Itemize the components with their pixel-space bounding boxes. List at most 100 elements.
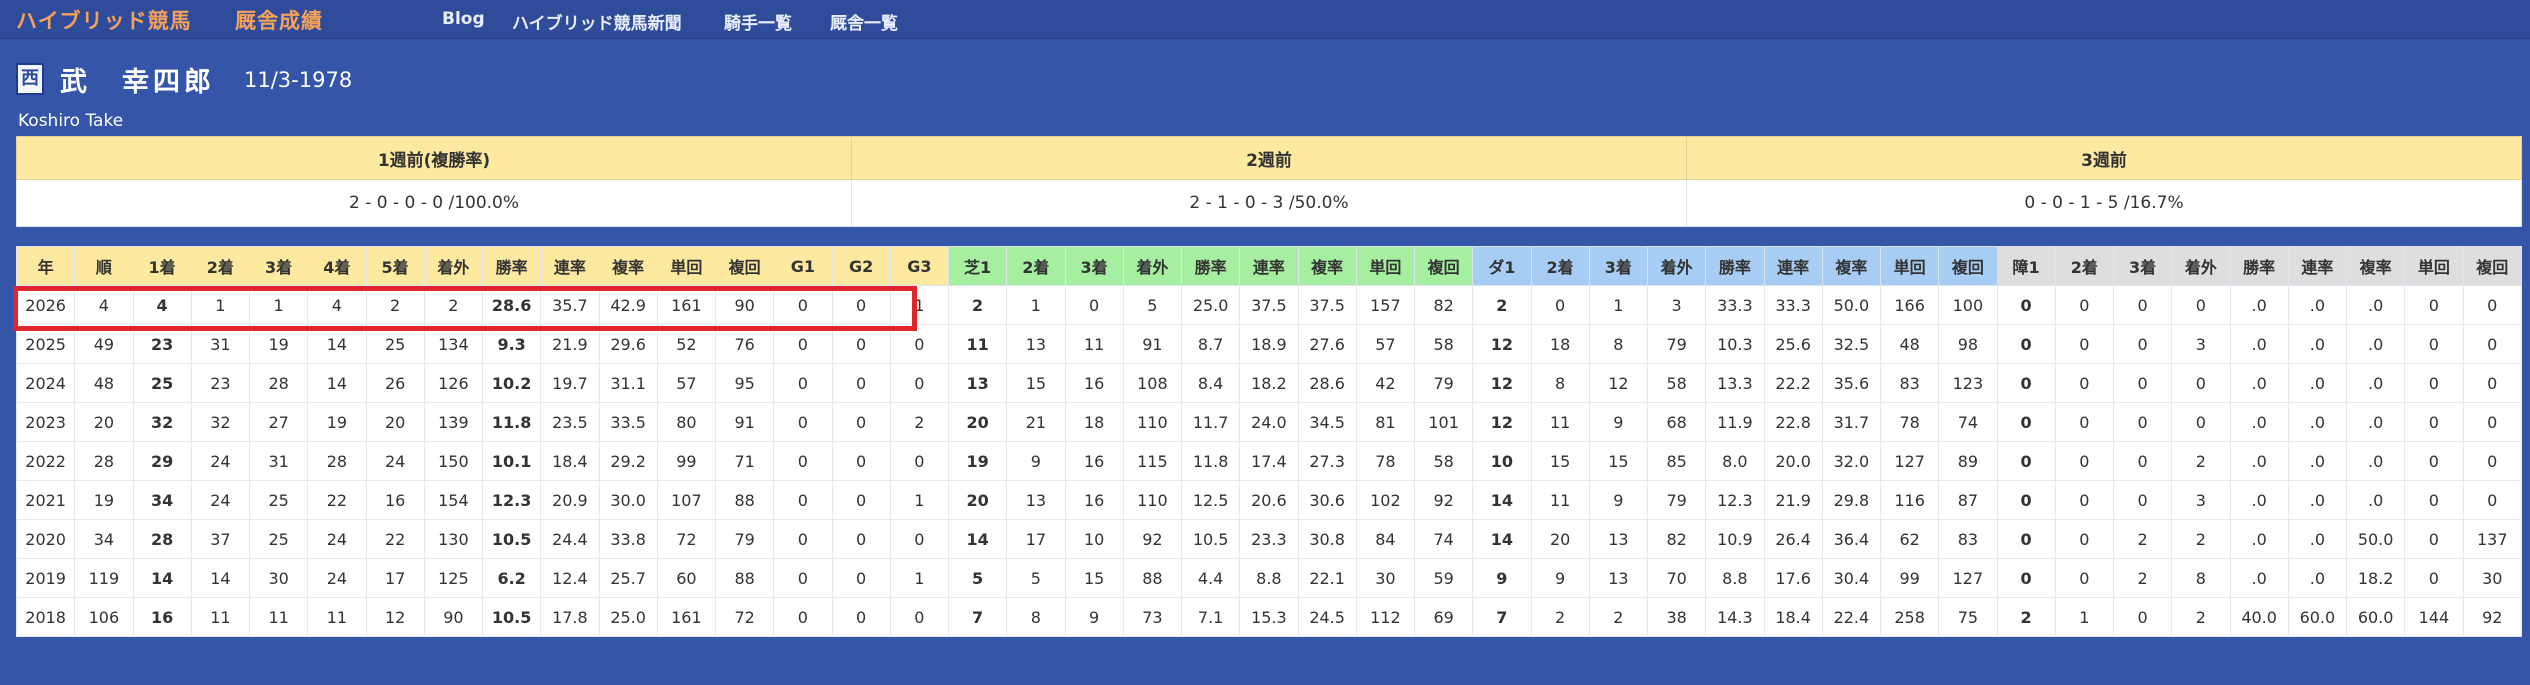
- stats-cell: 123: [1938, 363, 1998, 403]
- stats-cell: 25: [365, 324, 425, 364]
- stats-cell: 11: [307, 597, 367, 637]
- stats-col-header[interactable]: 年: [15, 246, 76, 286]
- stats-cell: 25.0: [598, 597, 658, 637]
- stats-col-header[interactable]: 連率: [540, 246, 600, 286]
- stats-cell: 11.7: [1180, 402, 1241, 442]
- stats-cell: 1: [1588, 285, 1649, 325]
- stats-cell: 1: [889, 480, 950, 520]
- stats-cell: 24.5: [1297, 597, 1357, 637]
- stats-cell: 20: [74, 402, 134, 442]
- stats-cell: 20: [947, 480, 1008, 520]
- stats-cell: 10.5: [1180, 519, 1241, 559]
- week1-header: 1週前(複勝率): [16, 136, 852, 180]
- stats-cell: 0: [2462, 480, 2522, 520]
- stats-cell: 34: [132, 480, 192, 520]
- stats-col-header[interactable]: 連率: [2287, 246, 2348, 286]
- stats-cell: 18: [1064, 402, 1124, 442]
- stats-col-header[interactable]: 単回: [656, 246, 717, 286]
- stats-col-header[interactable]: 複率: [2345, 246, 2406, 286]
- site-brand[interactable]: ハイブリッド競馬: [16, 5, 192, 35]
- stats-cell: 12.3: [1705, 480, 1765, 520]
- stats-cell: 130: [423, 519, 484, 559]
- stats-cell: 0: [889, 441, 950, 481]
- stats-cell: 21: [1006, 402, 1066, 442]
- stats-col-header[interactable]: 芝1: [947, 246, 1008, 286]
- stats-cell: 3: [1646, 285, 1707, 325]
- stats-cell: 2020: [15, 519, 76, 559]
- stats-col-header[interactable]: 単回: [2404, 246, 2464, 286]
- stats-col-header[interactable]: 障1: [1996, 246, 2056, 286]
- stats-cell: 14: [307, 324, 367, 364]
- stats-cell: 0: [773, 363, 833, 403]
- stats-col-header[interactable]: G1: [773, 246, 833, 286]
- stats-cell: 144: [2404, 597, 2464, 637]
- stats-col-header[interactable]: 3着: [2112, 246, 2173, 286]
- stats-col-header[interactable]: 3着: [248, 246, 309, 286]
- stats-cell: 9: [1006, 441, 1066, 481]
- stats-cell: 2: [2112, 519, 2173, 559]
- stats-cell: 49: [74, 324, 134, 364]
- stats-cell: 14: [190, 558, 251, 598]
- stats-cell: 134: [423, 324, 484, 364]
- stats-cell: 12: [1588, 363, 1649, 403]
- stats-col-header[interactable]: 連率: [1239, 246, 1299, 286]
- stats-col-header[interactable]: 順: [74, 246, 134, 286]
- stats-col-header[interactable]: ダ1: [1472, 246, 1532, 286]
- nav-stable-list-link[interactable]: 厩舎一覧: [830, 9, 898, 34]
- stats-col-header[interactable]: 着外: [2171, 246, 2231, 286]
- stats-col-header[interactable]: 着外: [423, 246, 484, 286]
- stats-cell: 57: [1355, 324, 1416, 364]
- stats-cell: 2025: [15, 324, 76, 364]
- stats-cell: 83: [1879, 363, 1940, 403]
- stats-cell: 8: [1530, 363, 1590, 403]
- stats-col-header[interactable]: 複回: [1413, 246, 1474, 286]
- stats-col-header[interactable]: 2着: [190, 246, 251, 286]
- stats-col-header[interactable]: 複回: [2462, 246, 2522, 286]
- stats-col-header[interactable]: 3着: [1064, 246, 1124, 286]
- stats-col-header[interactable]: 2着: [1006, 246, 1066, 286]
- stats-cell: 71: [714, 441, 775, 481]
- stats-cell: 0: [889, 519, 950, 559]
- stats-col-header[interactable]: 単回: [1355, 246, 1416, 286]
- stats-row: 2026 4 4 1 1 4 2 2 28.6 35.7 42.9 161 90 0 0 1 2 1 0 5 25.0 3…: [15, 285, 2522, 325]
- stats-cell: 30: [1355, 558, 1416, 598]
- stats-cell: 157: [1355, 285, 1416, 325]
- nav-jockey-list-link[interactable]: 騎手一覧: [724, 9, 792, 34]
- stats-cell: 7: [947, 597, 1008, 637]
- stats-col-header[interactable]: 勝率: [2229, 246, 2289, 286]
- stats-col-header[interactable]: 3着: [1588, 246, 1649, 286]
- stats-col-header[interactable]: G2: [831, 246, 891, 286]
- stats-col-header[interactable]: G3: [889, 246, 950, 286]
- stats-col-header[interactable]: 複率: [598, 246, 658, 286]
- nav-blog-link[interactable]: Blog: [442, 9, 485, 29]
- stats-cell: 92: [1413, 480, 1474, 520]
- stats-col-header[interactable]: 4着: [307, 246, 367, 286]
- stats-col-header[interactable]: 1着: [132, 246, 192, 286]
- stats-cell: 9: [1588, 480, 1649, 520]
- stats-cell: 0: [2171, 285, 2231, 325]
- stats-col-header[interactable]: 複回: [1938, 246, 1998, 286]
- stats-col-header[interactable]: 2着: [1530, 246, 1590, 286]
- stats-cell: 18.4: [1763, 597, 1823, 637]
- stats-cell: 34: [74, 519, 134, 559]
- stats-col-header[interactable]: 複率: [1821, 246, 1882, 286]
- stats-col-header[interactable]: 勝率: [1705, 246, 1765, 286]
- stats-col-header[interactable]: 着外: [1646, 246, 1707, 286]
- nav-newspaper-link[interactable]: ハイブリッド競馬新聞: [512, 9, 682, 34]
- stats-col-header[interactable]: 連率: [1763, 246, 1823, 286]
- stats-col-header[interactable]: 単回: [1879, 246, 1940, 286]
- stats-cell: 23: [132, 324, 192, 364]
- stats-col-header[interactable]: 勝率: [481, 246, 542, 286]
- stats-col-header[interactable]: 複率: [1297, 246, 1357, 286]
- stats-col-header[interactable]: 2着: [2054, 246, 2115, 286]
- stats-cell: 4: [132, 285, 192, 325]
- stats-col-header[interactable]: 勝率: [1180, 246, 1241, 286]
- stats-cell: 14.3: [1705, 597, 1765, 637]
- stats-col-header[interactable]: 複回: [714, 246, 775, 286]
- stats-cell: 26: [365, 363, 425, 403]
- stats-cell: 0: [773, 441, 833, 481]
- stats-cell: 27.3: [1297, 441, 1357, 481]
- stats-col-header[interactable]: 着外: [1122, 246, 1183, 286]
- stats-col-header[interactable]: 5着: [365, 246, 425, 286]
- stats-cell: 1: [889, 285, 950, 325]
